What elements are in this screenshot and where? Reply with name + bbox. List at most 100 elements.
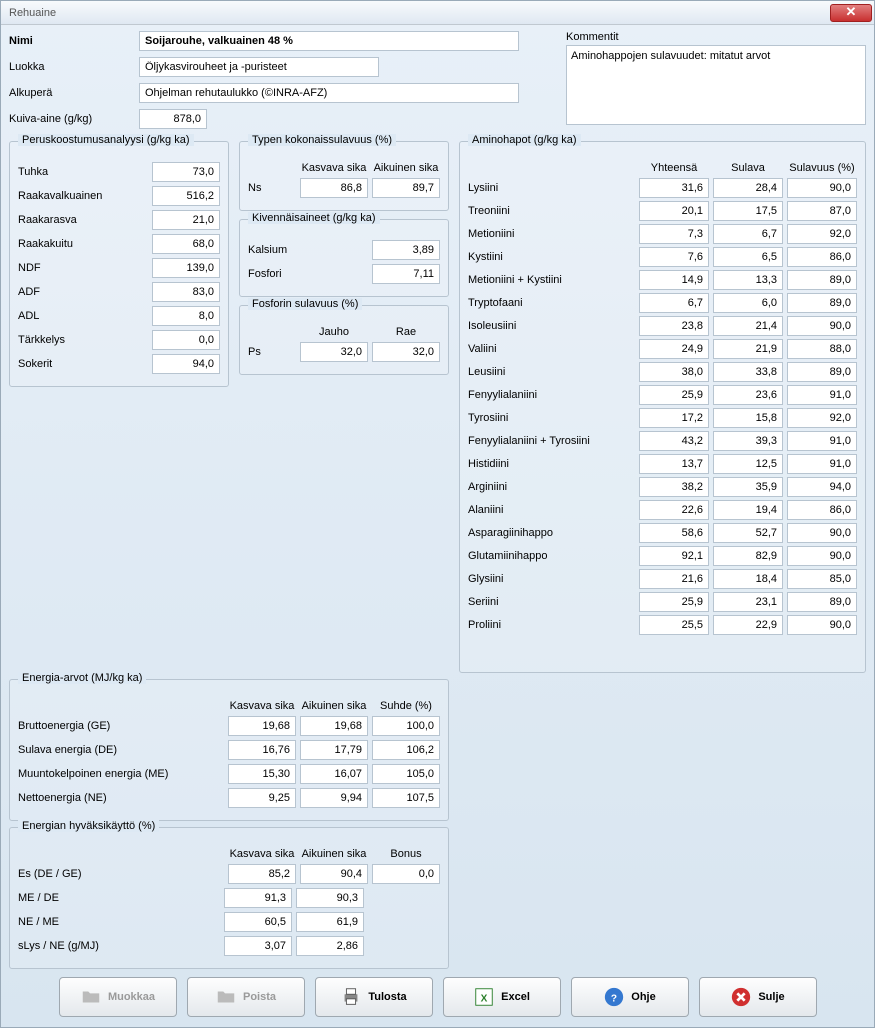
amino-digest[interactable] xyxy=(713,592,783,612)
amino-digest[interactable] xyxy=(713,500,783,520)
amino-digest[interactable] xyxy=(713,385,783,405)
amino-total[interactable] xyxy=(639,201,709,221)
amino-pct[interactable] xyxy=(787,178,857,198)
amino-total[interactable] xyxy=(639,500,709,520)
poista-button[interactable]: Poista xyxy=(187,977,305,1017)
hyva-row-c[interactable] xyxy=(372,864,440,884)
amino-digest[interactable] xyxy=(713,523,783,543)
amino-pct[interactable] xyxy=(787,615,857,635)
typen-a[interactable] xyxy=(300,178,368,198)
energia-row-b[interactable] xyxy=(300,716,368,736)
kommentit-input[interactable]: Aminohappojen sulavuudet: mitatut arvot xyxy=(566,45,866,125)
amino-digest[interactable] xyxy=(713,224,783,244)
amino-digest[interactable] xyxy=(713,454,783,474)
amino-digest[interactable] xyxy=(713,270,783,290)
perus-row-value[interactable] xyxy=(152,210,220,230)
amino-pct[interactable] xyxy=(787,477,857,497)
amino-digest[interactable] xyxy=(713,201,783,221)
amino-total[interactable] xyxy=(639,408,709,428)
amino-pct[interactable] xyxy=(787,316,857,336)
amino-total[interactable] xyxy=(639,178,709,198)
perus-row-value[interactable] xyxy=(152,186,220,206)
fosfor-b[interactable] xyxy=(372,342,440,362)
amino-total[interactable] xyxy=(639,477,709,497)
energia-row-c[interactable] xyxy=(372,764,440,784)
amino-digest[interactable] xyxy=(713,247,783,267)
amino-total[interactable] xyxy=(639,339,709,359)
hyva-row-b[interactable] xyxy=(296,888,364,908)
amino-digest[interactable] xyxy=(713,408,783,428)
amino-digest[interactable] xyxy=(713,178,783,198)
hyva-row-a[interactable] xyxy=(224,888,292,908)
perus-row-value[interactable] xyxy=(152,354,220,374)
energia-row-a[interactable] xyxy=(228,740,296,760)
amino-digest[interactable] xyxy=(713,546,783,566)
amino-total[interactable] xyxy=(639,523,709,543)
energia-row-a[interactable] xyxy=(228,788,296,808)
alkupera-input[interactable] xyxy=(139,83,519,103)
amino-total[interactable] xyxy=(639,546,709,566)
perus-row-value[interactable] xyxy=(152,282,220,302)
excel-button[interactable]: X Excel xyxy=(443,977,561,1017)
hyva-row-a[interactable] xyxy=(224,912,292,932)
amino-pct[interactable] xyxy=(787,293,857,313)
amino-total[interactable] xyxy=(639,592,709,612)
amino-pct[interactable] xyxy=(787,385,857,405)
perus-row-value[interactable] xyxy=(152,162,220,182)
amino-pct[interactable] xyxy=(787,339,857,359)
amino-pct[interactable] xyxy=(787,592,857,612)
perus-row-value[interactable] xyxy=(152,234,220,254)
amino-pct[interactable] xyxy=(787,247,857,267)
hyva-row-b[interactable] xyxy=(296,936,364,956)
tulosta-button[interactable]: Tulosta xyxy=(315,977,433,1017)
amino-total[interactable] xyxy=(639,224,709,244)
amino-pct[interactable] xyxy=(787,224,857,244)
energia-row-c[interactable] xyxy=(372,740,440,760)
amino-total[interactable] xyxy=(639,431,709,451)
amino-digest[interactable] xyxy=(713,362,783,382)
amino-digest[interactable] xyxy=(713,477,783,497)
energia-row-b[interactable] xyxy=(300,764,368,784)
amino-pct[interactable] xyxy=(787,523,857,543)
amino-total[interactable] xyxy=(639,569,709,589)
amino-pct[interactable] xyxy=(787,546,857,566)
amino-pct[interactable] xyxy=(787,431,857,451)
nimi-input[interactable] xyxy=(139,31,519,51)
kiven-row-value[interactable] xyxy=(372,264,440,284)
amino-total[interactable] xyxy=(639,316,709,336)
energia-row-b[interactable] xyxy=(300,740,368,760)
amino-digest[interactable] xyxy=(713,293,783,313)
amino-total[interactable] xyxy=(639,385,709,405)
sulje-button[interactable]: Sulje xyxy=(699,977,817,1017)
amino-total[interactable] xyxy=(639,615,709,635)
ohje-button[interactable]: ? Ohje xyxy=(571,977,689,1017)
muokkaa-button[interactable]: Muokkaa xyxy=(59,977,177,1017)
amino-pct[interactable] xyxy=(787,201,857,221)
amino-pct[interactable] xyxy=(787,270,857,290)
energia-row-c[interactable] xyxy=(372,788,440,808)
amino-digest[interactable] xyxy=(713,339,783,359)
perus-row-value[interactable] xyxy=(152,330,220,350)
amino-total[interactable] xyxy=(639,270,709,290)
amino-pct[interactable] xyxy=(787,500,857,520)
luokka-input[interactable] xyxy=(139,57,379,77)
amino-total[interactable] xyxy=(639,454,709,474)
energia-row-b[interactable] xyxy=(300,788,368,808)
energia-row-a[interactable] xyxy=(228,716,296,736)
fosfor-a[interactable] xyxy=(300,342,368,362)
typen-b[interactable] xyxy=(372,178,440,198)
kuiva-input[interactable] xyxy=(139,109,207,129)
perus-row-value[interactable] xyxy=(152,306,220,326)
amino-digest[interactable] xyxy=(713,316,783,336)
hyva-row-b[interactable] xyxy=(296,912,364,932)
hyva-row-a[interactable] xyxy=(228,864,296,884)
amino-pct[interactable] xyxy=(787,569,857,589)
amino-digest[interactable] xyxy=(713,615,783,635)
amino-pct[interactable] xyxy=(787,408,857,428)
energia-row-a[interactable] xyxy=(228,764,296,784)
amino-digest[interactable] xyxy=(713,569,783,589)
amino-pct[interactable] xyxy=(787,362,857,382)
hyva-row-b[interactable] xyxy=(300,864,368,884)
amino-digest[interactable] xyxy=(713,431,783,451)
amino-pct[interactable] xyxy=(787,454,857,474)
